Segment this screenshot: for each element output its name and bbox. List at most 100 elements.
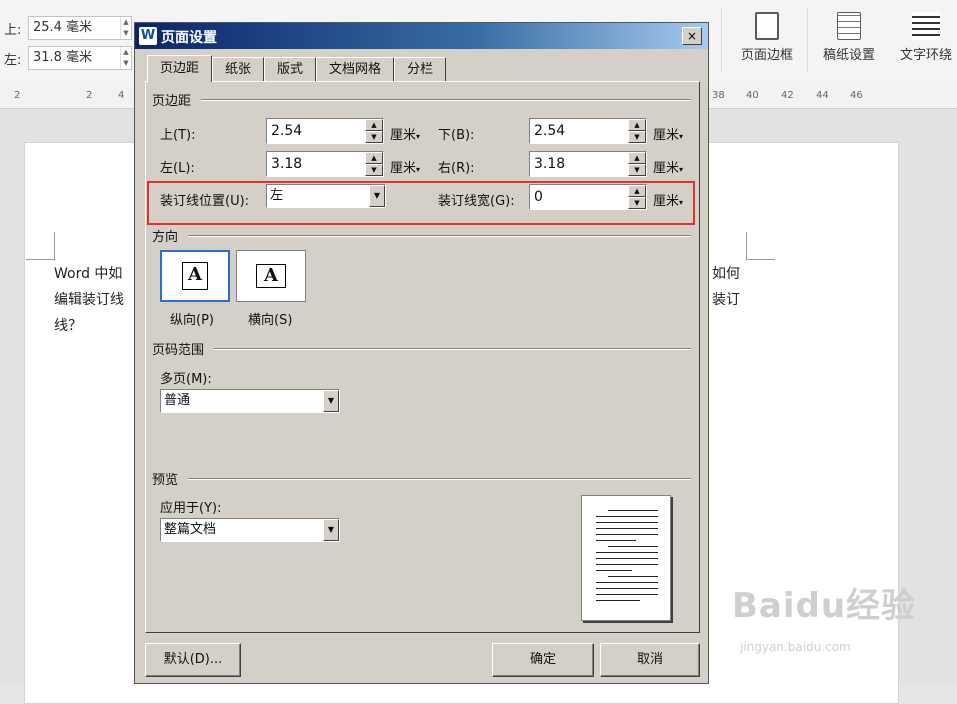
- dropdown-arrow-icon[interactable]: ▼: [323, 390, 339, 412]
- right-margin-unit-dropdown[interactable]: 厘米▾: [653, 157, 683, 176]
- unit-label: 厘米: [653, 128, 680, 143]
- page-setup-dialog: W 页面设置 × 页边距 纸张 版式 文档网格 分栏 页边距 上(T): 2.5…: [134, 22, 709, 684]
- left-margin-unit-dropdown[interactable]: 厘米▾: [390, 157, 420, 176]
- wps-app-icon: W: [139, 27, 157, 45]
- landscape-page-icon: A: [256, 264, 286, 288]
- left-margin-value: 3.18: [271, 156, 303, 172]
- margin-left-spinner[interactable]: ▲ ▼: [120, 47, 131, 69]
- ruler-tick: 2: [86, 90, 93, 101]
- orientation-group-label: 方向: [152, 226, 182, 245]
- crop-mark: [746, 232, 747, 260]
- margins-group-label: 页边距: [152, 90, 195, 109]
- right-margin-label: 右(R):: [438, 161, 475, 176]
- margin-top-input[interactable]: 25.4 毫米 ▲ ▼: [28, 16, 132, 40]
- ruler-tick: 40: [746, 90, 759, 101]
- page-range-group-label: 页码范围: [152, 339, 208, 358]
- unit-label: 厘米: [390, 161, 417, 176]
- spin-down-icon[interactable]: ▼: [628, 131, 646, 143]
- apply-to-select[interactable]: 整篇文档 ▼: [160, 518, 340, 542]
- page-preview: [581, 495, 671, 621]
- group-divider: [188, 235, 691, 237]
- tab-margins[interactable]: 页边距: [147, 55, 213, 82]
- page-border-button[interactable]: 页面边框: [731, 12, 803, 63]
- bottom-margin-unit-dropdown[interactable]: 厘米▾: [653, 124, 683, 143]
- crop-mark: [54, 232, 55, 260]
- baidu-watermark-url: jingyan.baidu.com: [740, 640, 851, 654]
- preview-group-label: 预览: [152, 469, 182, 488]
- top-margin-label: 上(T):: [160, 128, 196, 143]
- dropdown-arrow-icon[interactable]: ▼: [323, 519, 339, 541]
- spin-down-icon[interactable]: ▼: [365, 164, 383, 176]
- tab-layout[interactable]: 版式: [264, 57, 317, 81]
- doc-text-line2-right: 装订: [712, 292, 740, 308]
- ruler-tick: 46: [850, 90, 863, 101]
- margin-left-label: 左:: [4, 52, 22, 68]
- margin-top-label: 上:: [4, 22, 22, 38]
- baidu-watermark-logo: Baidu经验: [732, 586, 917, 626]
- cancel-button[interactable]: 取消: [600, 643, 700, 677]
- spin-up-icon[interactable]: ▲: [365, 152, 383, 164]
- ruler-tick: 44: [816, 90, 829, 101]
- doc-text-line3: 线？: [54, 318, 82, 334]
- caret-down-icon: ▾: [679, 165, 684, 174]
- group-divider: [214, 348, 691, 350]
- bottom-margin-spinbox[interactable]: 2.54 ▲ ▼: [529, 118, 647, 144]
- unit-label: 厘米: [390, 128, 417, 143]
- ruler-tick: 2: [14, 90, 21, 101]
- ok-button[interactable]: 确定: [492, 643, 594, 677]
- right-margin-value: 3.18: [534, 156, 566, 172]
- spin-down-icon[interactable]: ▼: [628, 164, 646, 176]
- ruler-tick: 4: [118, 90, 125, 101]
- multiple-pages-label: 多页(M):: [160, 372, 212, 387]
- left-margin-label: 左(L):: [160, 161, 195, 176]
- spin-up-icon[interactable]: ▲: [628, 152, 646, 164]
- close-button[interactable]: ×: [682, 27, 702, 45]
- spin-up-icon[interactable]: ▲: [365, 119, 383, 131]
- doc-text-line1-left: Word 中如: [54, 266, 123, 282]
- red-highlight-box: [147, 181, 695, 225]
- portrait-button[interactable]: A: [160, 250, 230, 302]
- top-margin-unit-dropdown[interactable]: 厘米▾: [390, 124, 420, 143]
- right-margin-spinbox[interactable]: 3.18 ▲ ▼: [529, 151, 647, 177]
- multiple-pages-select[interactable]: 普通 ▼: [160, 389, 340, 413]
- unit-label: 厘米: [653, 161, 680, 176]
- default-button[interactable]: 默认(D)...: [145, 643, 241, 677]
- text-wrap-label: 文字环绕: [899, 48, 952, 63]
- margin-left-input[interactable]: 31.8 毫米 ▲ ▼: [28, 46, 132, 70]
- margin-top-value: 25.4 毫米: [33, 20, 93, 35]
- margin-top-spinner[interactable]: ▲ ▼: [120, 17, 131, 39]
- margin-left-row: 左: 31.8 毫米 ▲ ▼: [4, 46, 132, 70]
- left-margin-spinbox[interactable]: 3.18 ▲ ▼: [266, 151, 384, 177]
- ruler-tick: 42: [781, 90, 794, 101]
- top-margin-value: 2.54: [271, 123, 303, 139]
- tab-paper[interactable]: 纸张: [212, 57, 265, 81]
- margin-top-row: 上: 25.4 毫米 ▲ ▼: [4, 16, 132, 40]
- tab-document-grid[interactable]: 文档网格: [316, 57, 395, 81]
- dialog-titlebar[interactable]: W 页面设置 ×: [135, 23, 708, 49]
- spin-up-icon[interactable]: ▲: [628, 119, 646, 131]
- spin-down-icon[interactable]: ▼: [365, 131, 383, 143]
- grid-paper-icon: [837, 12, 861, 40]
- page-border-label: 页面边框: [740, 48, 793, 63]
- apply-to-label: 应用于(Y):: [160, 501, 222, 516]
- ruler-tick: 38: [712, 90, 725, 101]
- text-wrap-button[interactable]: 文字环绕: [895, 12, 957, 63]
- toolbar-separator: [807, 8, 808, 72]
- doc-text-line1-right: 如何: [712, 266, 740, 282]
- caret-down-icon: ▾: [416, 165, 421, 174]
- tab-columns[interactable]: 分栏: [394, 57, 447, 81]
- group-divider: [201, 99, 691, 101]
- bottom-margin-label: 下(B):: [438, 128, 475, 143]
- toolbar-separator: [721, 8, 722, 72]
- doc-text-line2-left: 编辑装订线: [54, 292, 124, 308]
- landscape-button[interactable]: A: [236, 250, 306, 302]
- grid-paper-button[interactable]: 稿纸设置: [813, 12, 885, 63]
- apply-to-value: 整篇文档: [164, 522, 217, 537]
- crop-mark: [26, 259, 54, 260]
- portrait-page-icon: A: [182, 262, 208, 290]
- top-margin-spinbox[interactable]: 2.54 ▲ ▼: [266, 118, 384, 144]
- dialog-title: 页面设置: [161, 30, 217, 46]
- bottom-margin-value: 2.54: [534, 123, 566, 139]
- landscape-label: 横向(S): [248, 313, 293, 328]
- caret-down-icon: ▾: [679, 132, 684, 141]
